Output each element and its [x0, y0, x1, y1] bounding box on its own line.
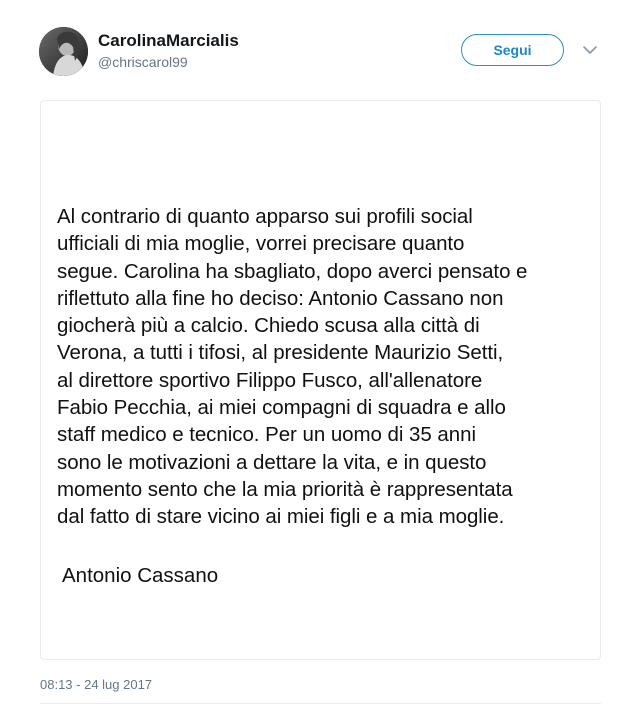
- divider: [40, 703, 601, 704]
- attached-image[interactable]: Al contrario di quanto apparso sui profi…: [40, 100, 601, 660]
- follow-button[interactable]: Segui: [461, 34, 564, 66]
- avatar-photo: [39, 27, 88, 76]
- chevron-down-icon[interactable]: [582, 44, 598, 56]
- avatar[interactable]: [39, 27, 88, 76]
- user-handle[interactable]: @chriscarol99: [98, 54, 188, 70]
- statement-text: Al contrario di quanto apparso sui profi…: [57, 205, 528, 529]
- statement-signature: Antonio Cassano: [62, 564, 219, 587]
- tweet: CarolinaMarcialis @chriscarol99 Segui Al…: [0, 0, 641, 707]
- display-name[interactable]: CarolinaMarcialis: [98, 31, 239, 51]
- tweet-timestamp[interactable]: 08:13 - 24 lug 2017: [40, 677, 152, 692]
